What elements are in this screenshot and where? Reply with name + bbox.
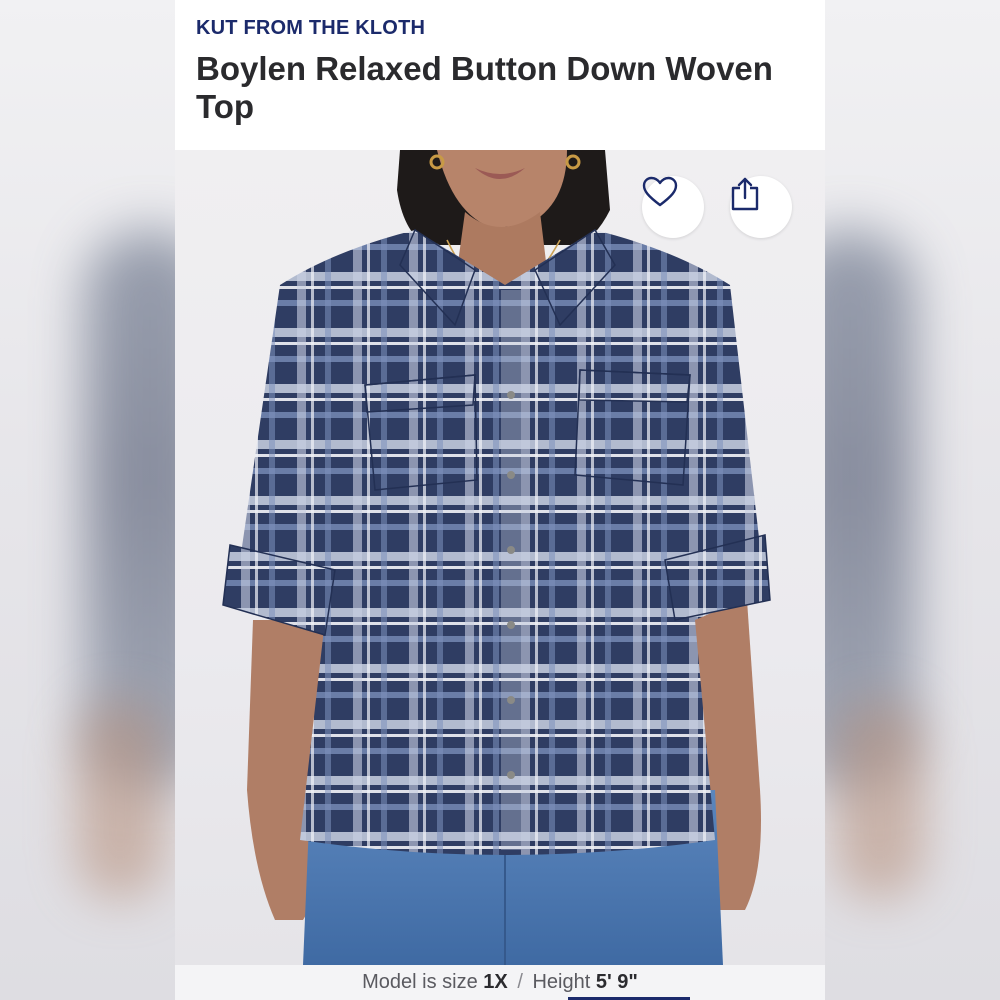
blurred-backdrop-left <box>0 0 175 1000</box>
share-icon <box>731 177 759 211</box>
model-photo <box>222 150 771 965</box>
model-size-value: 1X <box>483 971 508 993</box>
product-title: Boylen Relaxed Button Down Woven Top <box>196 50 773 125</box>
product-card: KUT FROM THE KLOTH Boylen Relaxed Button… <box>175 0 825 1000</box>
model-info-caption: Model is size 1X / Height 5' 9" <box>175 965 825 1000</box>
model-height-label: Height <box>532 971 591 993</box>
model-size-label: Model is size <box>362 971 478 993</box>
heart-icon <box>642 176 678 207</box>
share-button[interactable] <box>730 176 792 238</box>
product-image[interactable] <box>175 150 825 965</box>
caption-separator: / <box>517 971 523 993</box>
product-header: KUT FROM THE KLOTH Boylen Relaxed Button… <box>175 0 825 150</box>
model-height-value: 5' 9" <box>595 971 638 993</box>
brand-name[interactable]: KUT FROM THE KLOTH <box>196 17 425 40</box>
favorite-button[interactable] <box>642 176 704 238</box>
blurred-backdrop-right <box>825 0 1000 1000</box>
